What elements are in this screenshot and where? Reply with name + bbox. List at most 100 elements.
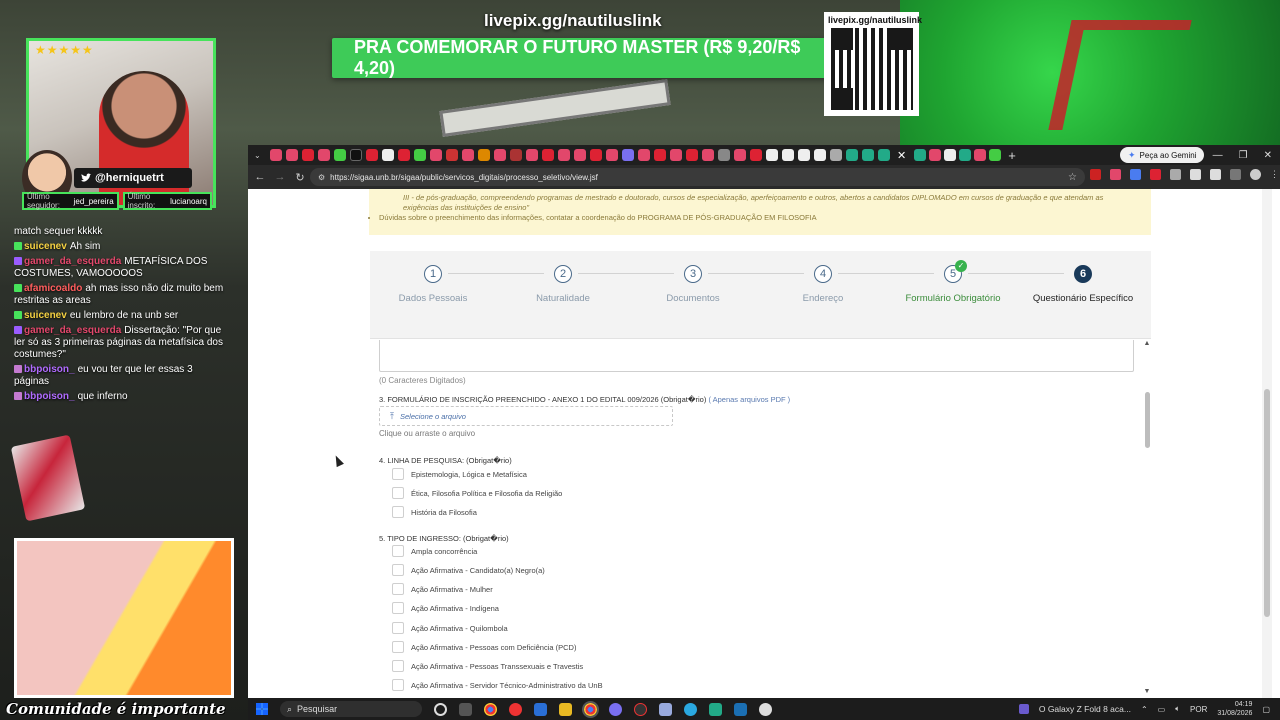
profile-avatar[interactable] xyxy=(1250,169,1261,180)
tab-favicon[interactable] xyxy=(621,149,634,161)
tab-favicon[interactable] xyxy=(877,149,890,161)
tab-favicon[interactable] xyxy=(813,149,826,161)
option-admission-type[interactable]: Ampla concorrência xyxy=(392,545,477,557)
tab-search-chevron-icon[interactable]: ⌄ xyxy=(254,151,261,160)
option-admission-type[interactable]: Ação Afirmativa - Indígena xyxy=(392,602,499,614)
step-dados-pessoais[interactable]: 1 Dados Pessoais xyxy=(373,265,493,304)
tab-favicon[interactable] xyxy=(541,149,554,161)
notifications-icon[interactable]: ▢ xyxy=(1262,705,1270,714)
tab-favicon[interactable] xyxy=(413,149,426,161)
option-admission-type[interactable]: Ação Afirmativa - Quilombola xyxy=(392,622,508,634)
tab-favicon[interactable] xyxy=(509,149,522,161)
step-endereco[interactable]: 4 Endereço xyxy=(763,265,883,304)
network-icon[interactable]: ▭ xyxy=(1158,705,1166,714)
windows-start-icon[interactable] xyxy=(256,703,268,715)
tab-favicon[interactable] xyxy=(477,149,490,161)
checkbox[interactable] xyxy=(392,641,404,653)
back-icon[interactable]: ← xyxy=(250,171,270,183)
tab-favicon[interactable] xyxy=(605,149,618,161)
tab-favicon[interactable] xyxy=(637,149,650,161)
tab-favicon[interactable] xyxy=(589,149,602,161)
page-scroll-thumb[interactable] xyxy=(1264,389,1270,617)
tab-favicon[interactable] xyxy=(301,149,314,161)
step-naturalidade[interactable]: 2 Naturalidade xyxy=(503,265,623,304)
checkbox[interactable] xyxy=(392,583,404,595)
tab-favicon[interactable] xyxy=(349,149,362,161)
option-research-line[interactable]: História da Filosofia xyxy=(392,506,477,518)
step-documentos[interactable]: 3 Documentos xyxy=(633,265,753,304)
extension-icon[interactable] xyxy=(1090,169,1101,180)
menu-kebab-icon[interactable]: ⋮ xyxy=(1270,169,1279,180)
checkbox[interactable] xyxy=(392,487,404,499)
site-info-icon[interactable]: ⚙ xyxy=(318,173,325,182)
checkbox[interactable] xyxy=(392,679,404,691)
tab-favicon[interactable] xyxy=(685,149,698,161)
reload-icon[interactable]: ↻ xyxy=(290,171,310,184)
chrome-icon[interactable] xyxy=(484,702,497,716)
notepad-icon[interactable] xyxy=(659,702,672,716)
tab-favicon[interactable] xyxy=(861,149,874,161)
file-explorer-icon[interactable] xyxy=(559,702,572,716)
clock[interactable]: 04:19 31/08/2026 xyxy=(1217,700,1252,718)
vivaldi-icon[interactable] xyxy=(509,702,522,716)
restore-icon[interactable]: ❐ xyxy=(1239,150,1248,161)
tab-favicon[interactable] xyxy=(669,149,682,161)
tab-favicon[interactable] xyxy=(365,149,378,161)
checkbox[interactable] xyxy=(392,602,404,614)
option-admission-type[interactable]: Ação Afirmativa - Pessoas com Deficiênci… xyxy=(392,641,576,653)
puzzle-icon[interactable] xyxy=(1210,169,1221,180)
task-view-icon[interactable] xyxy=(459,702,472,716)
step-questionario-especifico[interactable]: 6 Questionário Específico xyxy=(1023,265,1143,304)
tab-favicon[interactable] xyxy=(988,149,1001,161)
extension-icon[interactable] xyxy=(1110,169,1121,180)
forward-icon[interactable]: → xyxy=(270,171,290,183)
chrome-active-icon[interactable] xyxy=(582,700,599,718)
language-indicator[interactable]: POR xyxy=(1190,705,1207,714)
tab-favicon[interactable] xyxy=(397,149,410,161)
tab-favicon[interactable] xyxy=(958,149,971,161)
sidebar-icon[interactable] xyxy=(1230,169,1241,180)
tab-favicon[interactable] xyxy=(269,149,282,161)
form-scrollbar[interactable]: ▲ ▼ xyxy=(1143,340,1151,698)
answer-textarea[interactable] xyxy=(379,340,1134,372)
tab-favicon[interactable] xyxy=(461,149,474,161)
news-headline[interactable]: O Galaxy Z Fold 8 aca... xyxy=(1039,704,1131,714)
tab-favicon[interactable] xyxy=(525,149,538,161)
option-research-line[interactable]: Ética, Filosofia Política e Filosofia da… xyxy=(392,487,562,499)
teams-icon[interactable] xyxy=(734,702,747,716)
form-scroll-thumb[interactable] xyxy=(1145,392,1150,448)
tab-favicon[interactable] xyxy=(717,149,730,161)
tab-favicon[interactable] xyxy=(701,149,714,161)
option-admission-type[interactable]: Ação Afirmativa - Servidor Técnico-Admin… xyxy=(392,679,603,691)
tray-chevron-icon[interactable]: ⌃ xyxy=(1141,705,1148,714)
tab-favicon[interactable] xyxy=(573,149,586,161)
tab-favicon[interactable] xyxy=(557,149,570,161)
close-window-icon[interactable]: ✕ xyxy=(1264,150,1272,161)
step-formulario-obrigatorio[interactable]: 5 ✓ Formulário Obrigatório xyxy=(893,260,1013,304)
tab-favicon[interactable] xyxy=(845,149,858,161)
option-admission-type[interactable]: Ação Afirmativa - Pessoas Transsexuais e… xyxy=(392,660,583,672)
tab-favicon[interactable] xyxy=(781,149,794,161)
extension-icon[interactable] xyxy=(1170,169,1181,180)
discord-icon[interactable] xyxy=(609,702,622,716)
obs-icon[interactable] xyxy=(634,702,647,716)
file-upload-dropzone[interactable]: ⤒ Selecione o arquivo xyxy=(379,406,673,426)
scroll-down-arrow-icon[interactable]: ▼ xyxy=(1143,688,1151,696)
new-tab-icon[interactable]: + xyxy=(1002,148,1022,163)
extension-icon[interactable] xyxy=(1150,169,1161,180)
url-field[interactable]: ⚙ https://sigaa.unb.br/sigaa/public/serv… xyxy=(310,168,1085,186)
tab-favicon[interactable] xyxy=(749,149,762,161)
tab-favicon[interactable] xyxy=(445,149,458,161)
telegram-icon[interactable] xyxy=(534,702,547,716)
checkbox[interactable] xyxy=(392,660,404,672)
steam-icon[interactable] xyxy=(759,702,772,716)
tab-favicon[interactable] xyxy=(733,149,746,161)
tab-close-icon[interactable]: ✕ xyxy=(891,149,912,162)
cortana-icon[interactable] xyxy=(434,702,447,716)
tab-favicon[interactable] xyxy=(765,149,778,161)
taskbar-search[interactable]: ⌕ Pesquisar xyxy=(280,701,422,717)
extension-icon[interactable] xyxy=(1190,169,1201,180)
tab-favicon[interactable] xyxy=(829,149,842,161)
checkbox[interactable] xyxy=(392,545,404,557)
checkbox[interactable] xyxy=(392,468,404,480)
